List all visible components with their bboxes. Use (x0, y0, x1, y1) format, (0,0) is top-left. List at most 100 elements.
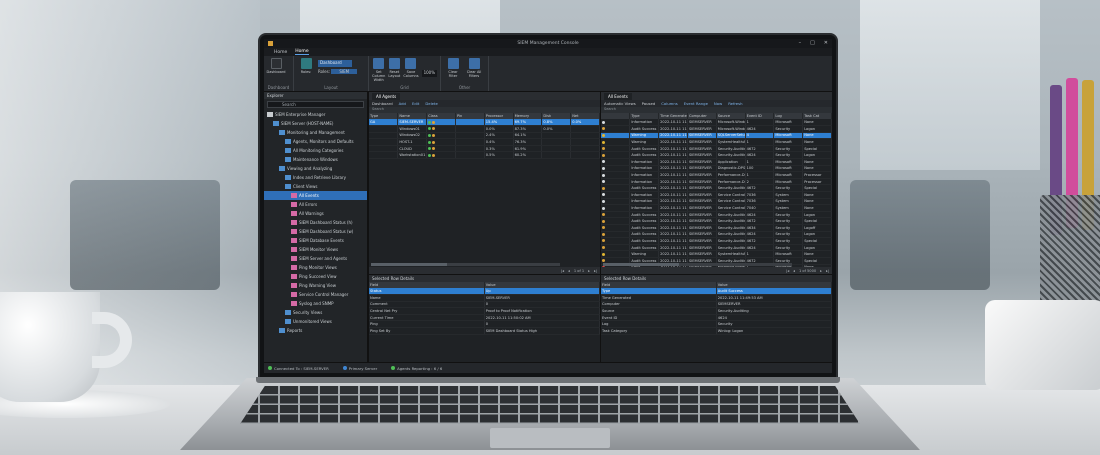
table-row[interactable]: Information2022-10-11 11:49:33 AMSIEMSER… (601, 178, 832, 186)
table-row[interactable]: Workstation01 0.5% 60.2% (369, 151, 600, 160)
pager-last-icon[interactable]: ▸| (826, 269, 829, 273)
tree-item[interactable]: Index and Retrieve Library (264, 173, 367, 182)
table-row[interactable]: Audit Success2022-10-11 11:49:13 AMSIEMS… (601, 231, 832, 239)
tree-item[interactable]: Security Views (264, 308, 367, 317)
tree-item[interactable]: SIEM Dashboard Status (h) (264, 218, 367, 227)
menu-item[interactable]: Home (274, 50, 287, 55)
events-toolbar-columns[interactable]: Columns (661, 101, 678, 106)
table-row[interactable]: CLOUD 0.3% 61.9% (369, 145, 600, 153)
agents-toolbar-add[interactable]: Add (399, 101, 406, 106)
explorer-search-input[interactable]: Search (267, 101, 364, 108)
menu-item-active[interactable]: Home (295, 49, 309, 55)
agents-toolbar-delete[interactable]: Delete (425, 101, 437, 106)
pager-prev-icon[interactable]: ◂ (793, 269, 795, 273)
pager-prev-icon[interactable]: ◂ (568, 269, 570, 273)
table-row[interactable]: Audit Success2022-10-11 11:49:45 AMSIEMS… (601, 145, 832, 153)
detail-row[interactable]: Ping Set By SIEM Dashboard Status High (369, 327, 600, 335)
tree-item[interactable]: Syslog and SNMP (264, 299, 367, 308)
detail-row[interactable]: Status Up (369, 288, 600, 296)
tree-item[interactable]: Ping Succeed View (264, 272, 367, 281)
role-select[interactable]: Roles: SIEM (318, 69, 358, 74)
tree-item[interactable]: Agents, Monitors and Defaults (264, 137, 367, 146)
detail-row[interactable]: Computer SIEMSERVER (601, 301, 832, 309)
tree-item[interactable]: SIEM Server (HOST-NAME) (264, 119, 367, 128)
tree-item[interactable]: Maintenance Windows (264, 155, 367, 164)
table-row[interactable]: Audit Success2022-10-11 11:49:15 AMSIEMS… (601, 224, 832, 232)
pager-first-icon[interactable]: |◂ (786, 269, 789, 273)
tree-item[interactable]: SIEM Monitor Views (264, 245, 367, 254)
agents-toolbar-edit[interactable]: Edit (412, 101, 419, 106)
events-toolbar-paused[interactable]: Paused (642, 101, 656, 106)
events-toolbar-now[interactable]: Now (714, 101, 722, 106)
tree-item[interactable]: Ping Monitor Views (264, 263, 367, 272)
tree-item[interactable]: Monitoring and Management (264, 128, 367, 137)
maximize-icon[interactable]: □ (810, 40, 815, 46)
table-row[interactable]: Information2022-10-11 11:49:25 AMSIEMSER… (601, 198, 832, 206)
table-row[interactable]: Information2022-10-11 11:49:35 AMSIEMSER… (601, 171, 832, 179)
events-toolbar-refresh[interactable]: Refresh (728, 101, 742, 106)
events-toolbar-automatic-views[interactable]: Automatic Views (604, 101, 636, 106)
minimize-icon[interactable]: – (799, 40, 802, 46)
close-icon[interactable]: ✕ (824, 40, 828, 46)
agents-scrollbar[interactable] (371, 263, 560, 266)
pager-next-icon[interactable]: ▸ (588, 269, 590, 273)
pager-next-icon[interactable]: ▸ (820, 269, 822, 273)
tree-item[interactable]: SIEM Database Events (264, 236, 367, 245)
detail-row[interactable]: Ping 0 (369, 320, 600, 329)
table-row[interactable]: Windows01 0.0% 87.3% 0.0% (369, 125, 600, 133)
tree-item[interactable]: All Errors (264, 200, 367, 209)
detail-row[interactable]: Current Time 2022-10-11 11:50:02 AM (369, 314, 600, 322)
zoom-select[interactable]: 100% (421, 70, 437, 77)
tab-all-agents[interactable]: All Agents (372, 92, 401, 100)
tree-item[interactable]: Service Control Manager (264, 290, 367, 299)
table-row[interactable]: Information2022-10-11 11:49:55 AMSIEMSER… (601, 119, 832, 127)
pager-last-icon[interactable]: ▸| (594, 269, 597, 273)
tree-item[interactable]: Viewing and Analyzing (264, 164, 367, 173)
table-row[interactable]: Warning2022-10-11 11:49:05 AMSIEMSERVERS… (601, 250, 832, 258)
table-row[interactable]: Audit Success2022-10-11 11:49:53 AMSIEMS… (601, 125, 832, 133)
detail-row[interactable]: Type Audit Success (601, 288, 832, 296)
table-row[interactable]: GA SIEM-SERVER 15.4% 69.7% 0.8% 0.0% (369, 119, 600, 127)
table-row[interactable]: HOST-1 0.4% 76.3% (369, 138, 600, 146)
tree-item[interactable]: Reports (264, 326, 367, 335)
dashboard-select[interactable]: Dashboard (318, 60, 352, 67)
tree-item[interactable]: Ping Warning View (264, 281, 367, 290)
tree-item[interactable]: Client Views (264, 182, 367, 191)
detail-row[interactable]: Task Category Winlog: Logon (601, 327, 832, 335)
table-row[interactable]: Information2022-10-11 11:49:28 AMSIEMSER… (601, 191, 832, 199)
table-row[interactable]: Information2022-10-11 11:49:40 AMSIEMSER… (601, 158, 832, 166)
tree-item[interactable]: All Monitoring Categories (264, 146, 367, 155)
table-row[interactable]: Audit Success2022-10-11 11:49:30 AMSIEMS… (601, 184, 832, 193)
table-row[interactable]: Audit Success2022-10-11 11:49:18 AMSIEMS… (601, 217, 832, 225)
tree-item[interactable]: All Events (264, 191, 367, 200)
table-row[interactable]: Audit Success2022-10-11 11:49:20 AMSIEMS… (601, 211, 832, 219)
events-toolbar-range[interactable]: Event Range (684, 101, 708, 106)
detail-row[interactable]: Central Net Pry Proof to Proof Notificati… (369, 307, 600, 315)
agents-toolbar-dashboard[interactable]: Dashboard (372, 101, 393, 106)
detail-row[interactable]: Source Security-Auditing (601, 307, 832, 315)
status-dot-icon (432, 140, 436, 144)
table-row[interactable]: Warning2022-10-11 11:49:50 AMSIEMSERVERS… (601, 132, 832, 140)
tree-item[interactable]: All Warnings (264, 209, 367, 218)
table-row[interactable]: Audit Success2022-10-11 11:49:43 AMSIEMS… (601, 151, 832, 160)
tab-all-events[interactable]: All Events (604, 92, 632, 100)
table-row[interactable]: Audit Success2022-10-11 11:49:10 AMSIEMS… (601, 237, 832, 245)
detail-row[interactable]: Event ID 4624 (601, 314, 832, 322)
detail-row[interactable]: Log Security (601, 320, 832, 329)
detail-row[interactable]: Comment 0 (369, 301, 600, 309)
table-row[interactable]: Information2022-10-11 11:49:38 AMSIEMSER… (601, 165, 832, 173)
cell: Information (629, 119, 660, 127)
table-row[interactable]: Warning2022-10-11 11:49:48 AMSIEMSERVERS… (601, 138, 832, 146)
tree-item[interactable]: Unmonitored Views (264, 317, 367, 326)
tree-item[interactable]: SIEM Dashboard Status (w) (264, 227, 367, 236)
detail-row[interactable]: Time Generated 2022-10-11 11:49:53 AM (601, 294, 832, 302)
detail-row[interactable]: Name SIEM-SERVER (369, 294, 600, 302)
pager-first-icon[interactable]: |◂ (561, 269, 564, 273)
tree-item[interactable]: SIEM Server and Agents (264, 254, 367, 263)
table-row[interactable]: Windows02 2.4% 64.1% (369, 132, 600, 140)
tree-item[interactable]: SIEM Enterprise Manager (264, 110, 367, 119)
table-row[interactable]: Information2022-10-11 11:49:23 AMSIEMSER… (601, 204, 832, 212)
cell-mem: 60.2% (513, 151, 543, 160)
events-scrollbar[interactable] (603, 263, 792, 266)
table-row[interactable]: Audit Success2022-10-11 11:49:08 AMSIEMS… (601, 244, 832, 252)
